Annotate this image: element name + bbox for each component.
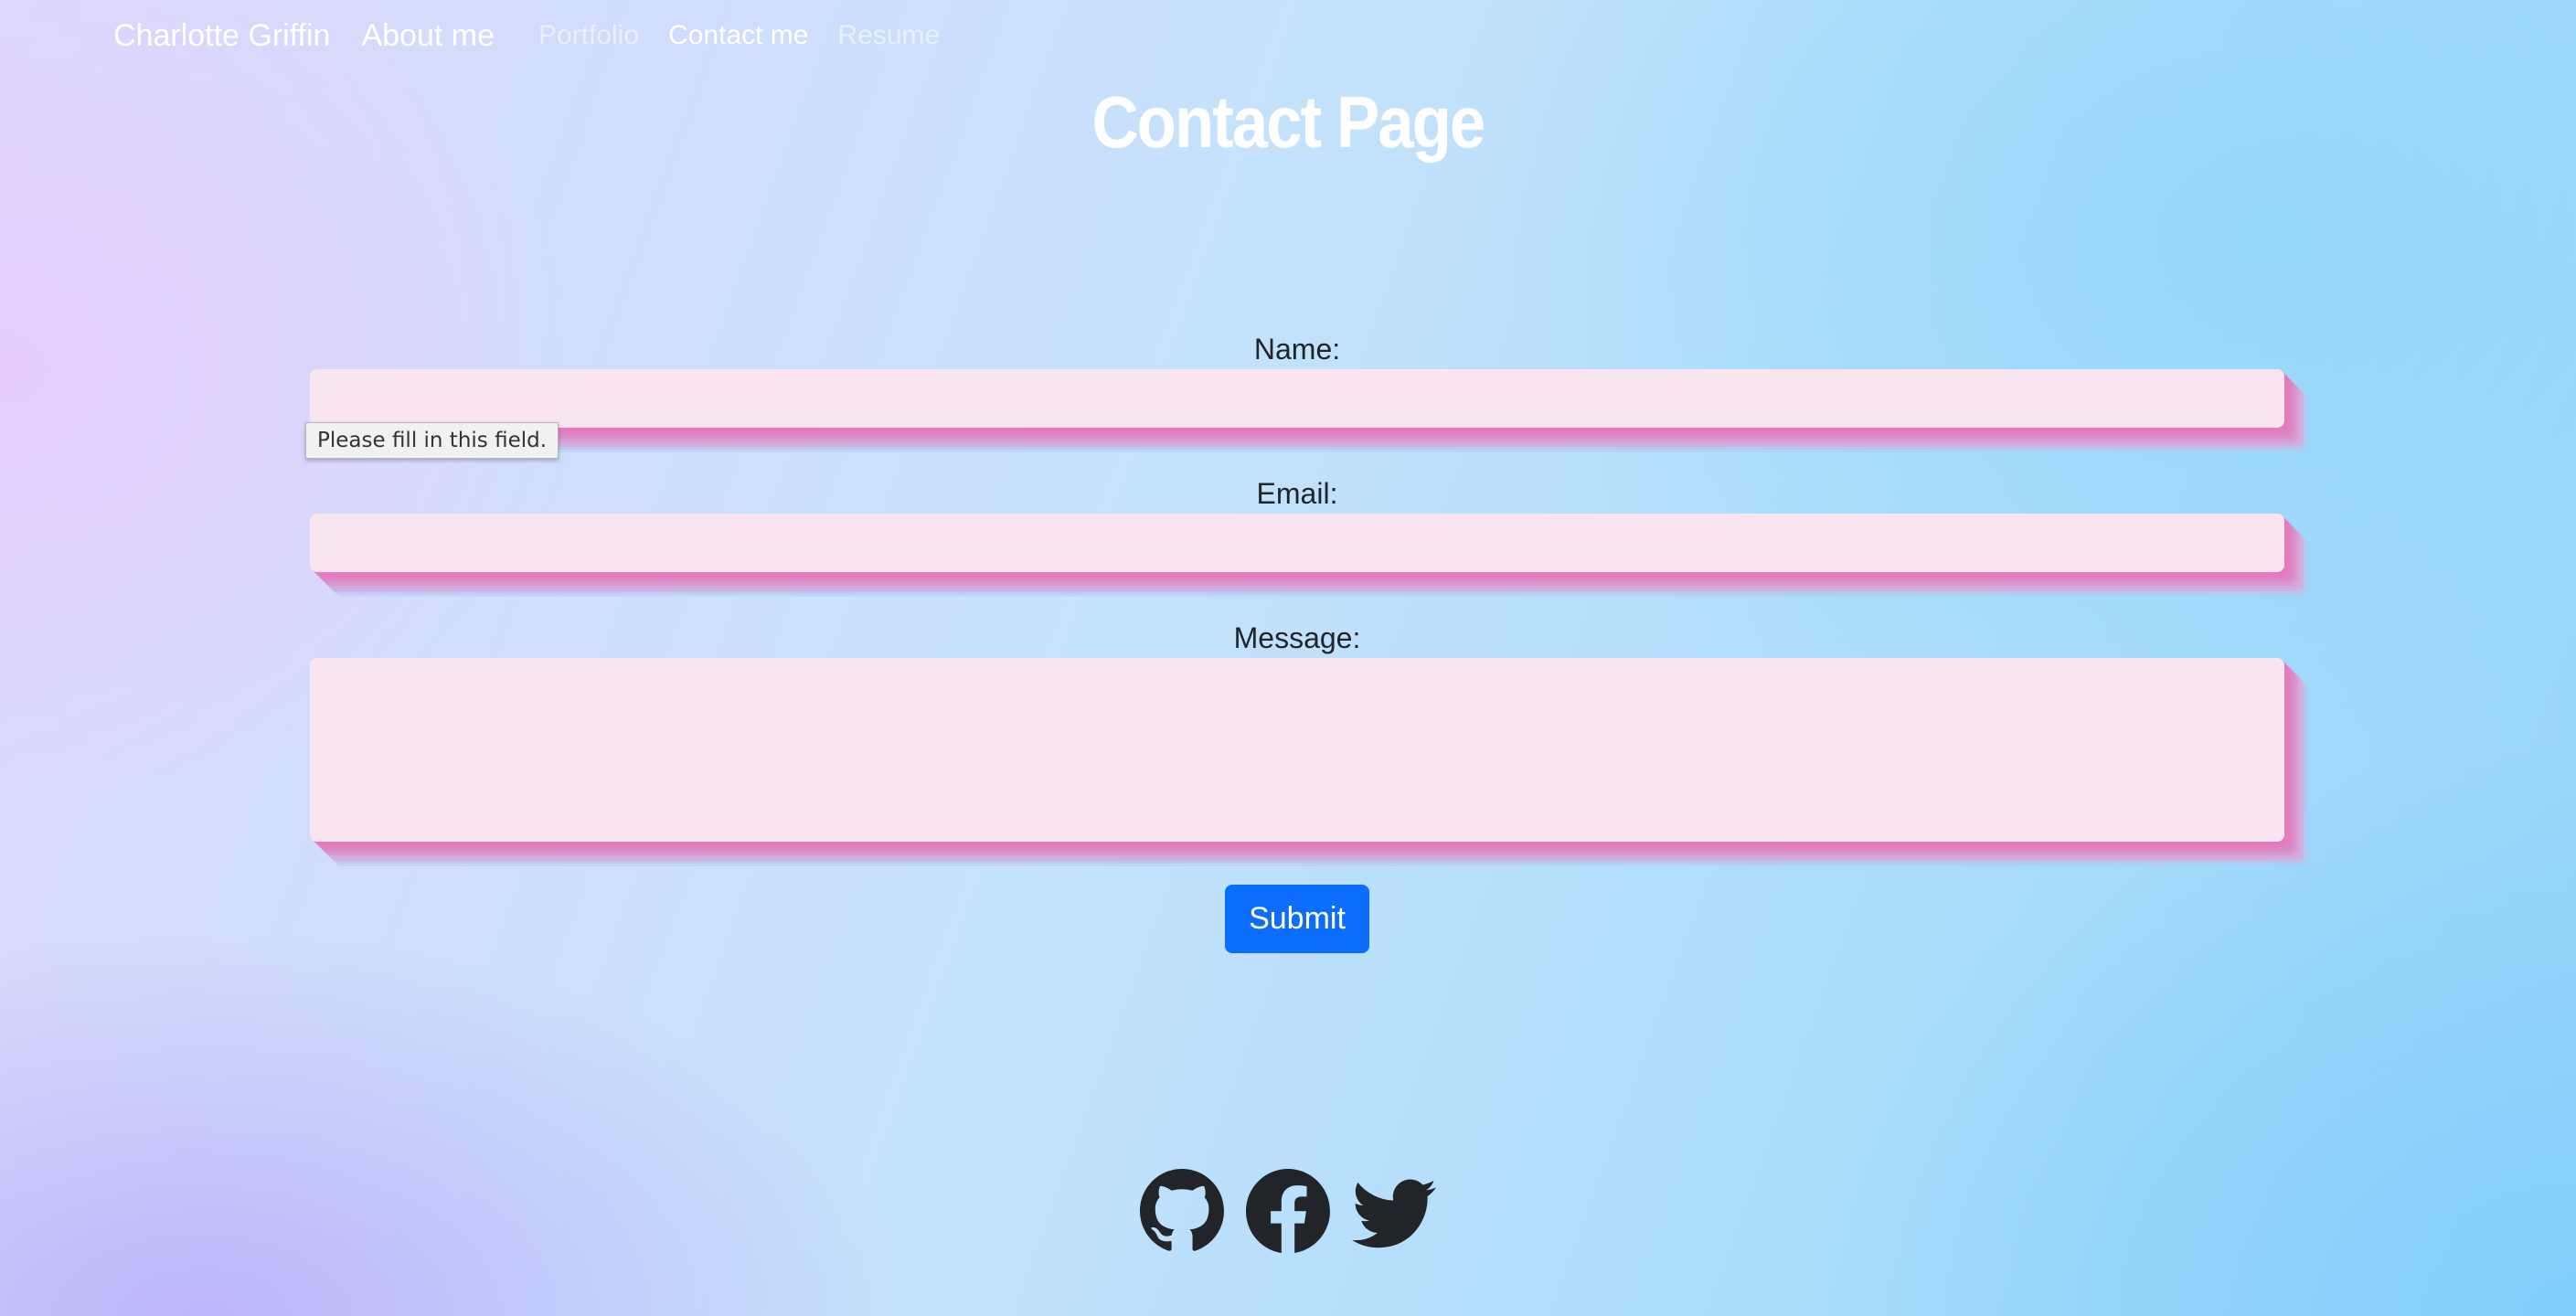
email-input[interactable] [310, 514, 2284, 572]
validation-tooltip: Please fill in this field. [305, 422, 559, 459]
message-label: Message: [1233, 621, 1361, 654]
twitter-link[interactable] [1352, 1166, 1436, 1256]
email-group: Email: [310, 473, 2284, 572]
facebook-icon [1246, 1168, 1330, 1254]
name-label: Name: [1253, 333, 1341, 366]
nav-link-contact-me[interactable]: Contact me [668, 20, 808, 51]
nav-link-resume[interactable]: Resume [837, 20, 940, 51]
name-group: Name: Please fill in this field. [305, 329, 2284, 459]
nav-about-me[interactable]: About me [361, 18, 495, 54]
brand-link[interactable]: Charlotte Griffin [113, 18, 330, 54]
name-input[interactable] [310, 369, 2284, 428]
message-textarea[interactable] [310, 658, 2284, 842]
navbar: Charlotte Griffin About me Portfolio Con… [113, 13, 969, 58]
submit-wrap: Submit [310, 885, 2284, 953]
nav-links: Portfolio Contact me Resume [538, 20, 969, 51]
email-label: Email: [1256, 477, 1338, 510]
nav-link-portfolio[interactable]: Portfolio [538, 20, 639, 51]
page-title: Contact Page [1091, 81, 1486, 163]
submit-button[interactable]: Submit [1225, 885, 1369, 953]
github-link[interactable] [1140, 1166, 1224, 1256]
social-links [0, 1166, 2576, 1256]
facebook-link[interactable] [1246, 1166, 1330, 1256]
twitter-icon [1352, 1179, 1436, 1248]
github-icon [1140, 1169, 1224, 1251]
contact-form: Name: Please fill in this field. Email: … [305, 329, 2284, 953]
message-group: Message: [310, 618, 2284, 842]
